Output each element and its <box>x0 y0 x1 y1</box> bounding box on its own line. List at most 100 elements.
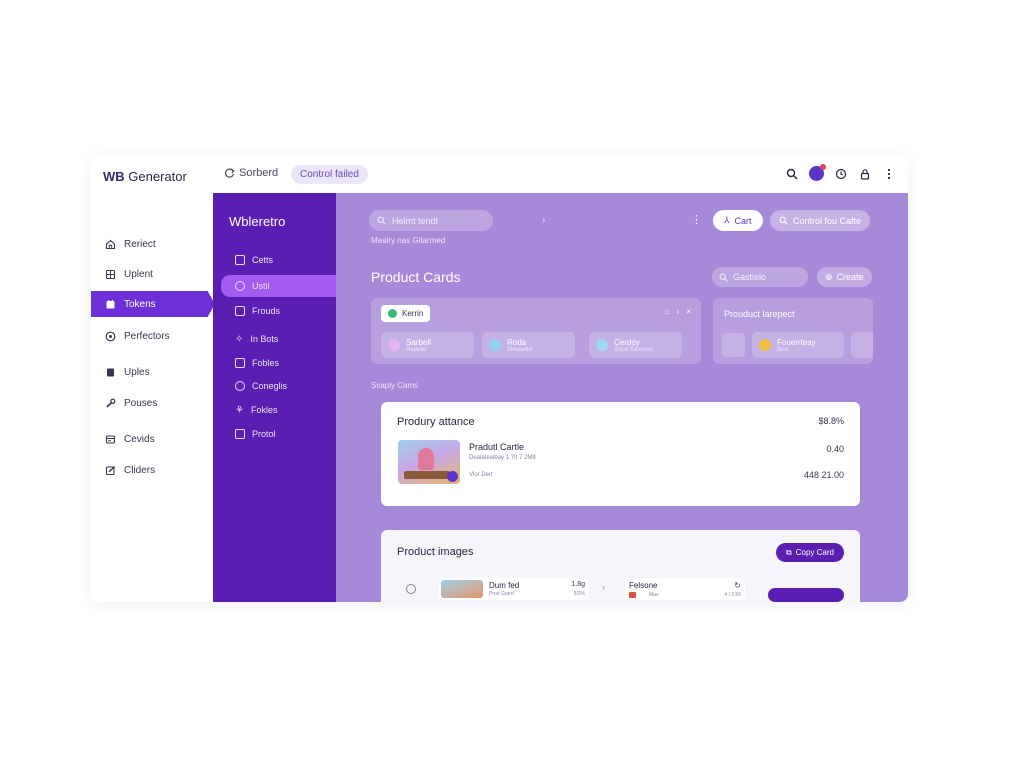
tokens-icon <box>106 299 115 308</box>
control-label: Control fou Cafte <box>793 215 862 226</box>
sidebar-item-fobles[interactable]: Fobles <box>221 352 345 374</box>
table-icon <box>235 358 245 368</box>
panel-controls: ⌂ › × <box>665 307 691 316</box>
gauge-icon <box>105 331 116 341</box>
nav-label: Reriect <box>124 238 156 250</box>
image-thumbnail <box>441 580 483 598</box>
pin-icon[interactable]: ⌂ <box>665 307 670 316</box>
status-dot <box>388 309 397 318</box>
nav-item-uplent[interactable]: Uplent <box>91 261 213 287</box>
search-icon[interactable] <box>785 167 799 181</box>
status-pill[interactable]: Control failed <box>291 165 368 184</box>
item-view-link[interactable]: Vlor Dert <box>469 472 493 478</box>
mini-title: Roda <box>507 337 527 347</box>
chevron-right-icon[interactable]: › <box>542 215 545 226</box>
action-button[interactable] <box>768 588 844 602</box>
sidebar-item-label: Fokles <box>250 405 278 415</box>
nav-label: Uplent <box>124 268 153 280</box>
create-button[interactable]: ⊕ Create <box>817 267 872 287</box>
mini-card[interactable]: Sarbell Repeter <box>381 332 474 358</box>
image-item[interactable]: Dum fed Prod Grard 1.8g 5/2% <box>439 578 589 600</box>
product-thumbnail[interactable] <box>398 440 460 484</box>
nav-item-uples[interactable]: Uples <box>91 359 213 385</box>
mini-title: Sarbell <box>406 337 431 347</box>
sidebar-item-label: Protol <box>252 429 276 439</box>
sidebar-item-label: Frouds <box>252 306 281 316</box>
image-percent: 5/2% <box>573 591 585 597</box>
refresh-button[interactable]: Sorberd <box>225 167 278 179</box>
card-title: Product images <box>397 546 474 558</box>
mini-sub: Repeter <box>406 346 428 353</box>
sidebar-item-frouds[interactable]: Frouds <box>221 300 345 322</box>
brand-logo[interactable]: WB Generator <box>103 169 187 184</box>
sidebar-title: Wbleretro <box>229 214 286 229</box>
color-dot <box>759 339 771 351</box>
top-bar: WB Generator Sorberd Control failed <box>91 156 908 193</box>
card-price: $8.8% <box>818 416 844 426</box>
lock-icon[interactable] <box>858 167 872 181</box>
color-dot <box>489 339 501 351</box>
search-box[interactable] <box>369 210 493 231</box>
item-name: Pradutl Cartle <box>469 442 525 452</box>
product-card[interactable]: Produry attance $8.8% Pradutl Cartle Dea… <box>381 402 860 506</box>
mini-card[interactable]: Roda Bleasetivl <box>482 332 575 358</box>
chevron-right-icon[interactable]: › <box>602 582 605 592</box>
chevron-right-icon[interactable]: › <box>677 307 680 316</box>
color-dot <box>388 339 400 351</box>
copy-card-button[interactable]: ⧉ Copy Card <box>776 543 844 562</box>
release-item[interactable]: Felsone ↻ Mas 4 / 2,50 <box>625 578 745 600</box>
panel-title: Prouduct larepect <box>724 309 795 319</box>
release-title: Felsone <box>629 581 658 590</box>
product-images-card: Product images ⧉ Copy Card Dum fed Prod … <box>381 530 860 602</box>
sidebar-item-protol[interactable]: Protol <box>221 423 345 445</box>
chat-icon <box>235 429 245 439</box>
nav-item-perfectors[interactable]: Perfectors <box>91 323 213 349</box>
nav-label: Perfectors <box>124 330 170 342</box>
sidebar-item-ustil[interactable]: Ustil <box>221 275 346 297</box>
sidebar-item-label: In Bots <box>250 334 279 344</box>
nav-item-cevids[interactable]: Cevids <box>91 426 213 452</box>
clock-icon <box>406 584 416 594</box>
circle-icon <box>235 381 245 391</box>
control-button[interactable]: Control fou Cafte <box>770 210 871 231</box>
sidebar-item-cetts[interactable]: Cetts <box>221 249 345 271</box>
release-count: 4 / 2,50 <box>724 592 741 598</box>
copy-label: Copy Card <box>795 548 834 557</box>
nav-item-cliders[interactable]: Cliders <box>91 457 213 483</box>
more-vertical-icon[interactable]: ⋮ <box>691 213 702 226</box>
brand-bold: WB <box>103 169 125 184</box>
placeholder-tile[interactable] <box>851 332 873 358</box>
card-filter-panel: Kerrin ⌂ › × Sarbell Repeter Roda Bleaseti… <box>371 298 701 364</box>
filter-search[interactable]: Gastielo <box>712 267 808 287</box>
sparkle-icon: ✧ <box>235 333 244 345</box>
sidebar-item-fokles[interactable]: ⚘ Fokles <box>221 399 345 421</box>
avatar-icon[interactable] <box>809 164 826 181</box>
mini-card[interactable]: Cerdoy Goce Sevuves <box>589 332 682 358</box>
sidebar-item-coneglis[interactable]: Coneglis <box>221 375 345 397</box>
search-icon <box>719 273 728 282</box>
close-icon[interactable]: × <box>686 307 691 316</box>
placeholder-tile[interactable] <box>722 333 745 357</box>
refresh-icon[interactable]: ↻ <box>734 581 741 590</box>
more-vertical-icon[interactable] <box>882 167 896 181</box>
nav-item-tokens[interactable]: Tokens <box>91 291 215 317</box>
nav-label: Cevids <box>124 433 155 445</box>
search-input[interactable] <box>392 215 482 226</box>
sidebar-item-in-bots[interactable]: ✧ In Bots <box>221 328 345 350</box>
figure-shape <box>418 448 434 470</box>
image-size: 1.8g <box>571 581 585 588</box>
document-icon <box>107 368 114 376</box>
brand-rest: Generator <box>124 169 187 184</box>
nav-item-pouses[interactable]: Pouses <box>91 390 213 416</box>
search-hint: Mealry nas Gitarmed <box>371 236 446 245</box>
nav-item-reriect[interactable]: Reriect <box>91 231 213 257</box>
clock-icon[interactable] <box>834 167 848 181</box>
mini-title: Cerdoy <box>614 337 640 347</box>
filter-chip[interactable]: Kerrin <box>381 305 431 322</box>
copy-icon: ⧉ <box>786 547 792 557</box>
mini-card[interactable]: Fouerrteay Broc <box>752 332 844 358</box>
cart-button[interactable]: ⅄ Cart <box>713 210 763 231</box>
table-shape <box>404 471 450 479</box>
item-subtitle: Dealatealbay 1 70 7 2M8 <box>469 455 536 461</box>
nav-label: Pouses <box>124 397 158 409</box>
